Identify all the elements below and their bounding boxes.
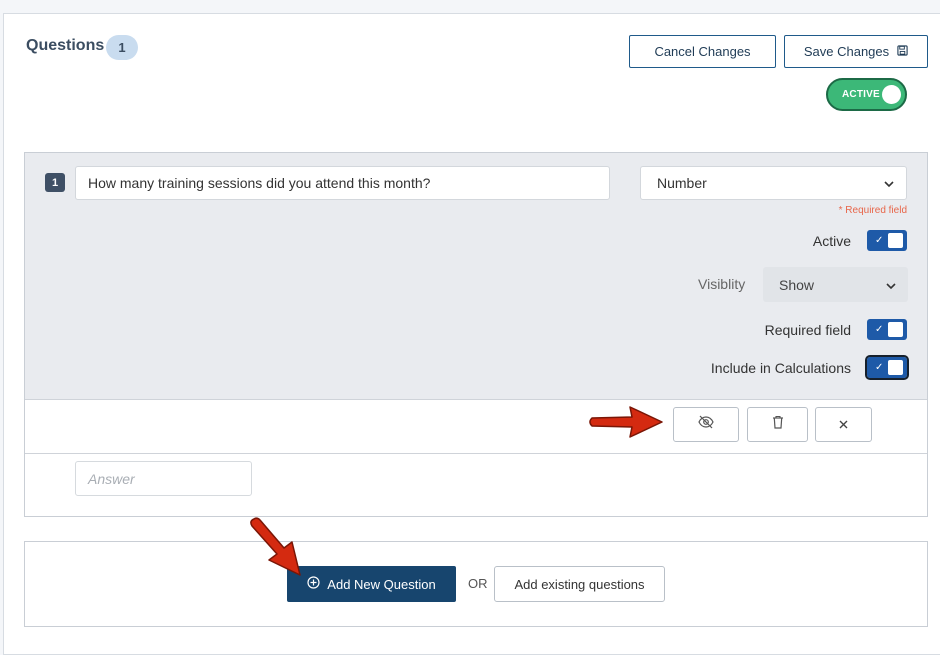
- save-icon: [897, 44, 908, 59]
- cancel-changes-label: Cancel Changes: [654, 44, 751, 59]
- check-icon: ✓: [875, 324, 884, 335]
- cancel-changes-button[interactable]: Cancel Changes: [629, 35, 776, 68]
- include-calculations-checkbox[interactable]: ✓: [865, 355, 909, 380]
- question-card: 1 How many training sessions did you att…: [24, 152, 928, 517]
- chevron-down-icon: [884, 175, 894, 191]
- visibility-select[interactable]: Show: [763, 267, 908, 302]
- annotation-arrow-right: [589, 406, 663, 438]
- required-field-label: Required field: [764, 322, 851, 338]
- save-changes-button[interactable]: Save Changes: [784, 35, 928, 68]
- toggle-box: [888, 322, 903, 337]
- toggle-box: [888, 233, 903, 248]
- trash-icon: [772, 415, 784, 434]
- include-calculations-label: Include in Calculations: [710, 360, 851, 376]
- active-label: Active: [812, 233, 851, 249]
- chevron-down-icon: [886, 277, 896, 293]
- active-checkbox[interactable]: ✓: [867, 230, 907, 251]
- question-number-badge: 1: [45, 173, 65, 192]
- question-settings-area: 1 How many training sessions did you att…: [25, 153, 927, 400]
- survey-active-label: ACTIVE: [842, 89, 880, 100]
- toggle-knob: [882, 85, 901, 104]
- visibility-value: Show: [779, 276, 815, 293]
- check-icon: ✓: [875, 235, 884, 246]
- save-changes-label: Save Changes: [803, 44, 890, 59]
- question-actions-row: [25, 399, 927, 454]
- toggle-box: [888, 360, 903, 375]
- answer-input[interactable]: Answer: [75, 461, 252, 496]
- add-new-question-button[interactable]: Add New Question: [287, 566, 456, 602]
- visibility-label: Visiblity: [698, 276, 746, 292]
- delete-question-button[interactable]: [747, 407, 808, 442]
- annotation-arrow-down: [250, 517, 301, 576]
- close-icon: [839, 416, 848, 434]
- close-question-button[interactable]: [815, 407, 872, 442]
- question-type-value: Number: [657, 175, 707, 191]
- required-field-checkbox[interactable]: ✓: [867, 319, 907, 340]
- or-separator: OR: [468, 576, 488, 591]
- question-type-select[interactable]: Number: [640, 166, 907, 200]
- plus-circle-icon: [307, 576, 320, 592]
- required-field-note: * Required field: [838, 205, 907, 216]
- check-icon: ✓: [875, 362, 884, 373]
- survey-active-toggle[interactable]: ACTIVE: [826, 78, 907, 111]
- add-new-question-label: Add New Question: [327, 576, 436, 592]
- eye-slash-icon: [698, 415, 714, 434]
- add-existing-questions-label: Add existing questions: [514, 576, 645, 592]
- hide-question-button[interactable]: [673, 407, 739, 442]
- question-text-input[interactable]: How many training sessions did you atten…: [75, 166, 610, 200]
- page-title: Questions: [26, 37, 105, 54]
- question-count-badge: 1: [106, 35, 138, 60]
- add-existing-questions-button[interactable]: Add existing questions: [494, 566, 665, 602]
